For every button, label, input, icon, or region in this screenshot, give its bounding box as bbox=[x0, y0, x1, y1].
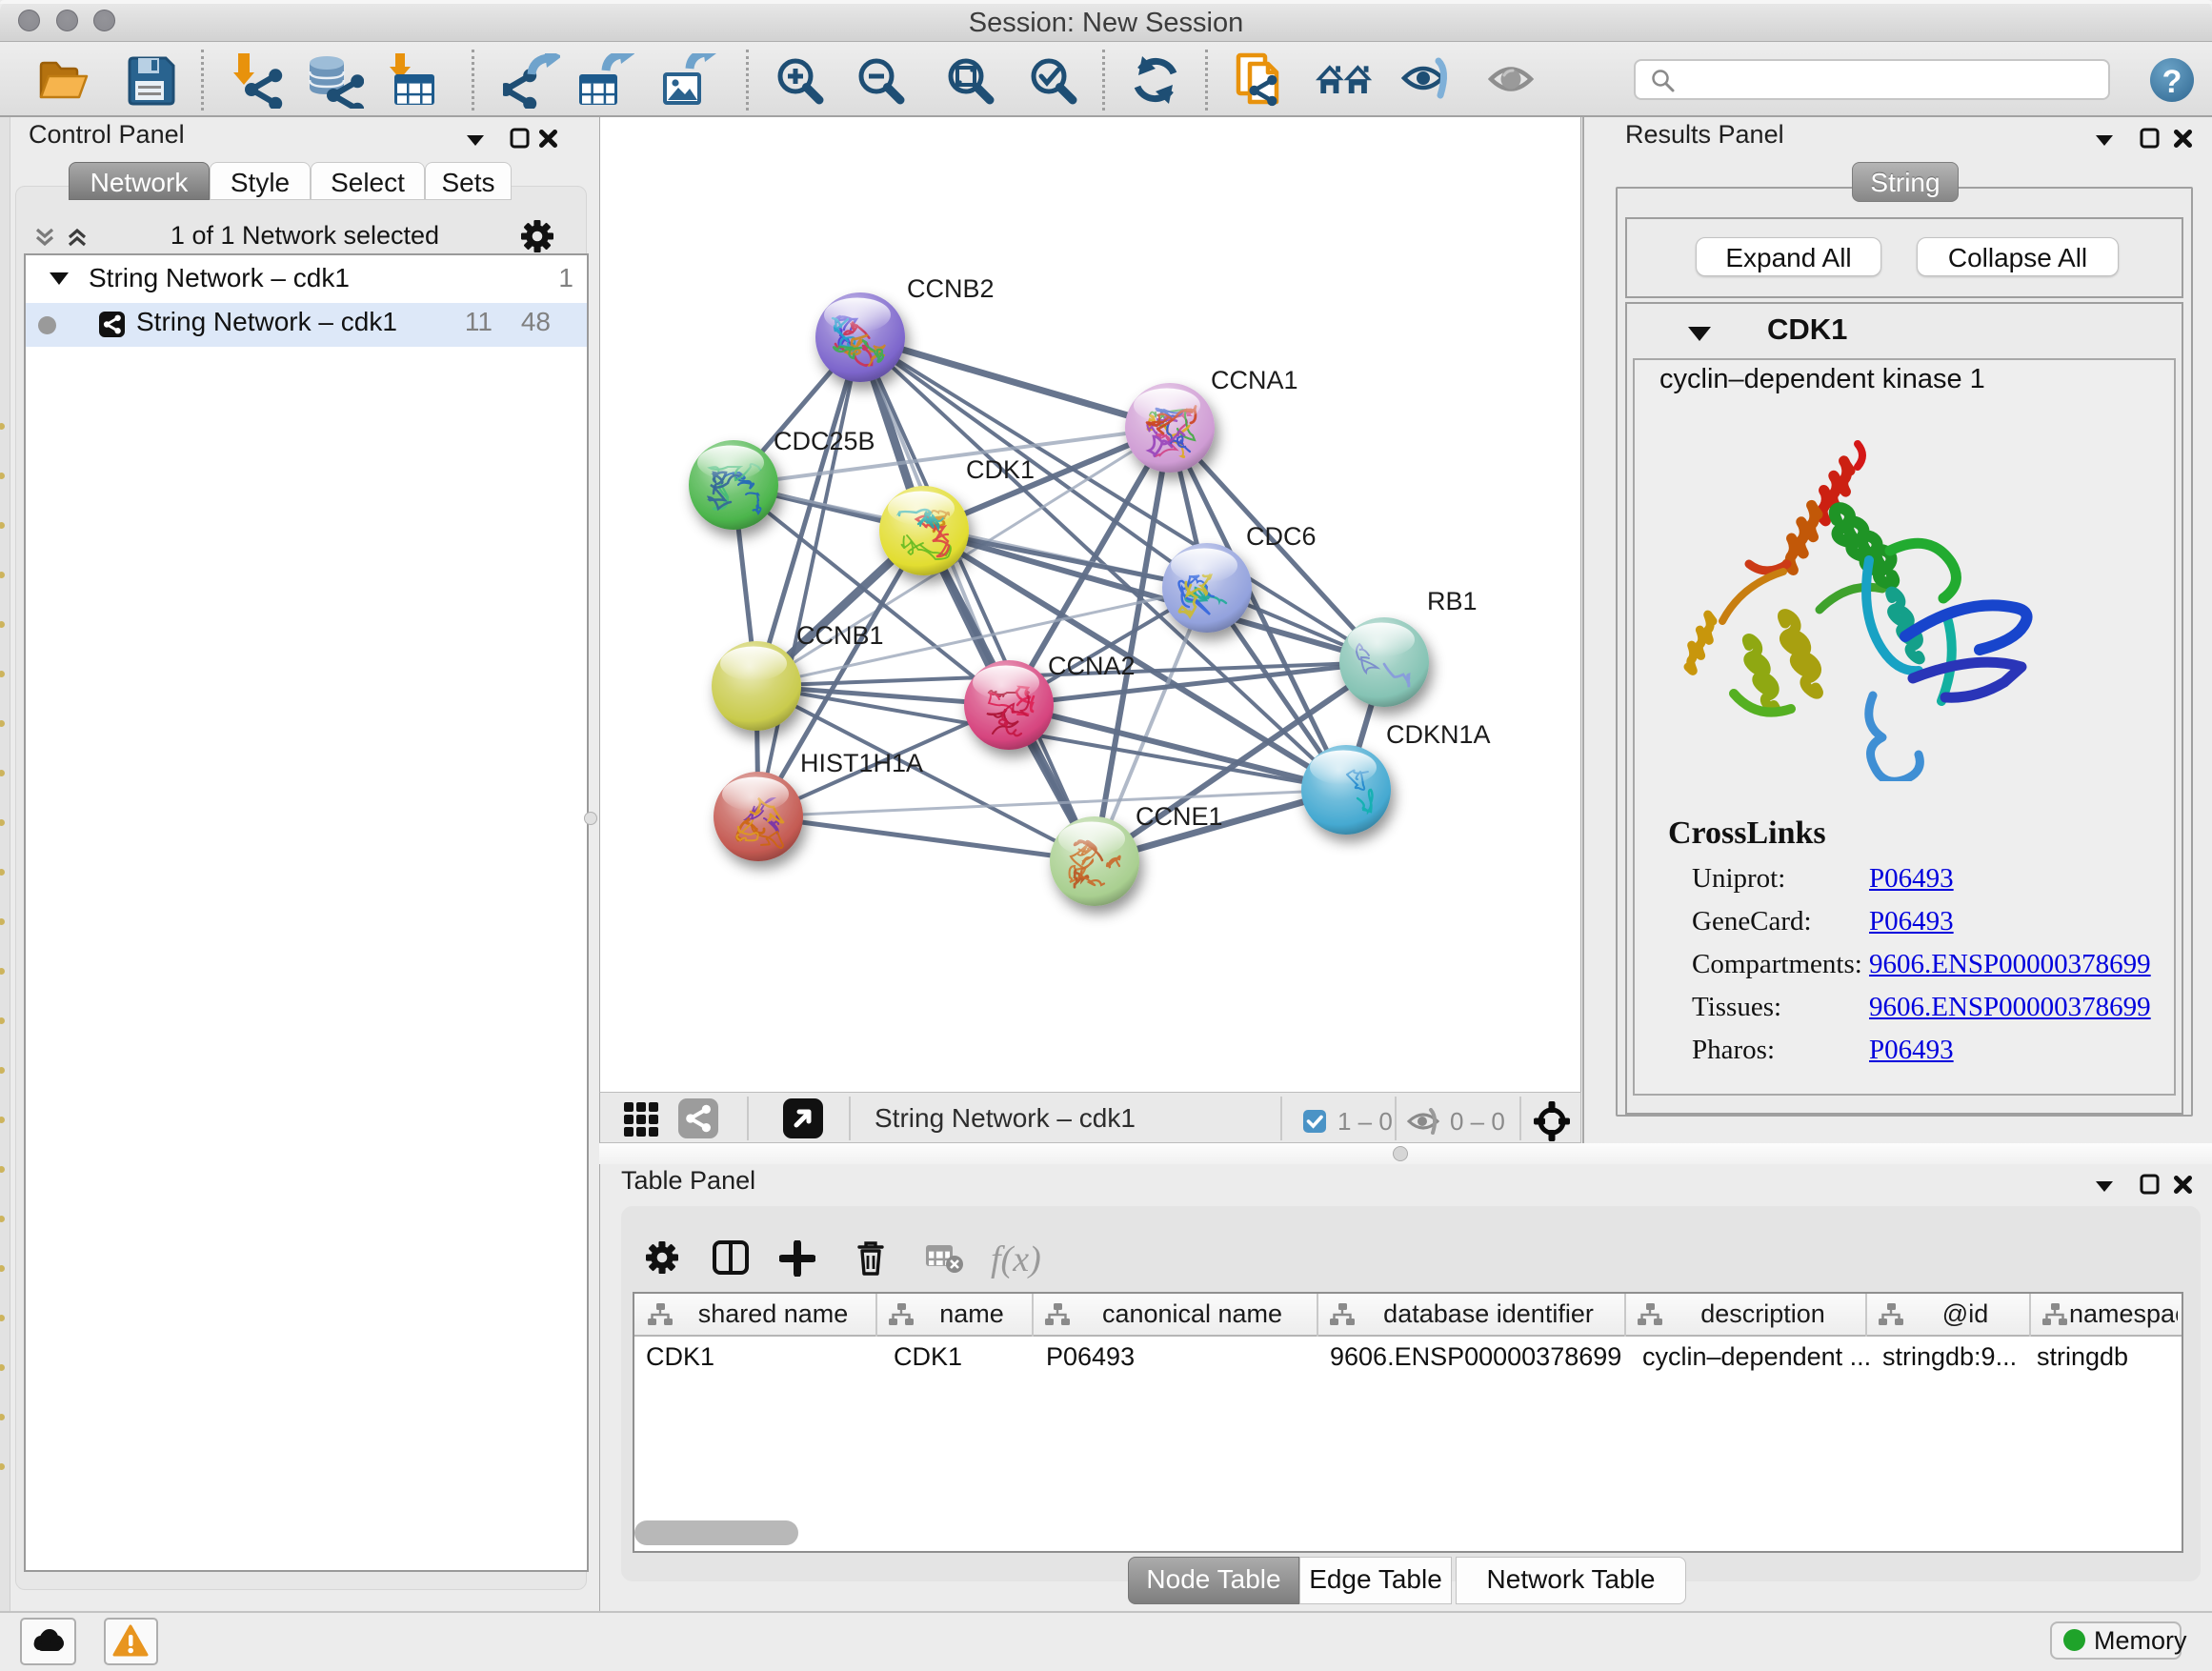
svg-text:CDKN1A: CDKN1A bbox=[1386, 720, 1491, 749]
svg-text:CCNE1: CCNE1 bbox=[1136, 802, 1223, 831]
svg-text:CCNA2: CCNA2 bbox=[1048, 652, 1136, 680]
svg-text:HIST1H1A: HIST1H1A bbox=[800, 749, 923, 777]
svg-text:CDC25B: CDC25B bbox=[774, 427, 875, 455]
svg-text:CDK1: CDK1 bbox=[966, 455, 1035, 484]
svg-text:CCNB2: CCNB2 bbox=[907, 274, 995, 303]
svg-text:RB1: RB1 bbox=[1427, 587, 1478, 615]
svg-text:CCNA1: CCNA1 bbox=[1211, 366, 1298, 394]
svg-text:CCNB1: CCNB1 bbox=[796, 621, 884, 650]
svg-text:CDC6: CDC6 bbox=[1246, 522, 1317, 551]
